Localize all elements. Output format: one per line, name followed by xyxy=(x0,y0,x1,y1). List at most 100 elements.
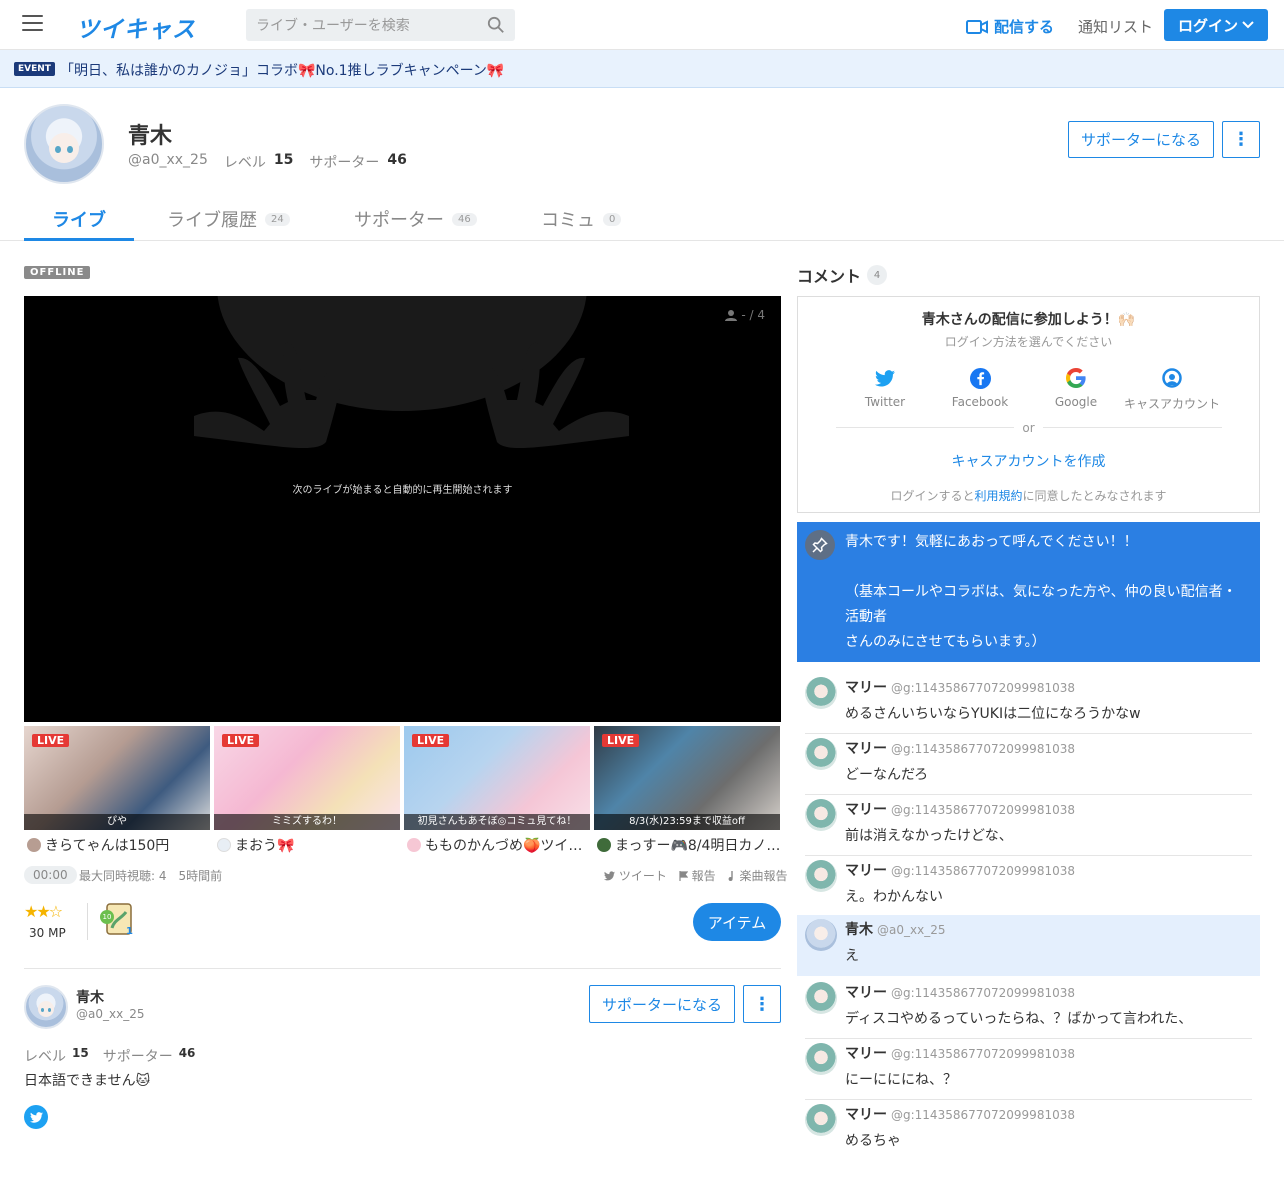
terms-notice: ログインすると利用規約に同意したとみなされます xyxy=(798,487,1259,504)
profile-meta: @a0_xx_25 レベル 15 サポーター 46 xyxy=(128,152,415,172)
cas-account-login-label: キャスアカウント xyxy=(1124,397,1221,411)
comment-text: え xyxy=(845,948,859,964)
search-input[interactable] xyxy=(256,15,476,35)
commenter-name[interactable]: 青木 @a0_xx_25 xyxy=(845,919,945,939)
create-account-link[interactable]: キャスアカウントを作成 xyxy=(798,451,1259,471)
commenter-avatar[interactable] xyxy=(805,919,837,951)
comment-item: マリー @g:114358677072099981038 めるさんいちいならYUKI… xyxy=(797,673,1260,734)
cas-account-login-button[interactable]: キャスアカウント xyxy=(1124,367,1220,412)
level-value: 15 xyxy=(72,1046,89,1060)
pinned-text: 青木です！気軽にあおって呼んでください！！ （基本コールやコラボは、気になった方… xyxy=(845,534,1237,650)
active-tab-indicator xyxy=(24,238,134,241)
item-count: 1 xyxy=(126,926,133,937)
profile-avatar xyxy=(24,104,104,184)
commenter-avatar[interactable] xyxy=(805,1104,837,1136)
live-thumbnail[interactable]: LIVE ぴや xyxy=(24,726,210,830)
pin-icon xyxy=(805,530,835,560)
report-link[interactable]: 報告 xyxy=(679,867,716,884)
site-logo[interactable]: ツイキャス xyxy=(76,10,196,44)
item-icon[interactable]: 10 1 xyxy=(100,900,136,940)
comment-text: めるさんいちいならYUKIは二位になろうかなw xyxy=(845,706,1141,722)
commenter-avatar[interactable] xyxy=(805,738,837,770)
commenter-avatar[interactable] xyxy=(805,982,837,1014)
tab-live-history[interactable]: ライブ履歴 24 xyxy=(167,206,290,232)
notify-list-link[interactable]: 通知リスト xyxy=(1078,16,1153,37)
live-thumbnail[interactable]: LIVE ミミズするわ！ xyxy=(214,726,400,830)
live-thumbnail[interactable]: LIVE 初見さんもあそぼ◎コミュ見てね！ xyxy=(404,726,590,830)
commenter-id: @g:114358677072099981038 xyxy=(891,864,1075,878)
commenter-avatar[interactable] xyxy=(805,860,837,892)
facebook-login-button[interactable]: Facebook xyxy=(932,367,1028,409)
view-stats: 最大同時視聴: 4 5時間前 xyxy=(79,869,223,883)
commenter-id: @g:114358677072099981038 xyxy=(891,986,1075,1000)
music-report-label: 楽曲報告 xyxy=(739,869,788,883)
commenter-name[interactable]: マリー @g:114358677072099981038 xyxy=(845,1104,1075,1124)
broadcast-link[interactable]: 配信する xyxy=(966,16,1054,37)
comment-text: めるちゃ xyxy=(845,1133,901,1149)
live-badge: LIVE xyxy=(32,734,70,747)
commenter-name[interactable]: マリー @g:114358677072099981038 xyxy=(845,799,1075,819)
bio-meta: レベル 15 サポーター 46 xyxy=(24,1046,203,1066)
commenter-avatar[interactable] xyxy=(805,1043,837,1075)
live-channel-name[interactable]: もものかんづめ🍑ツイ… xyxy=(407,835,593,855)
supporter-value: 46 xyxy=(178,1046,196,1060)
item-button[interactable]: アイテム xyxy=(693,903,781,941)
tweet-link[interactable]: ツイート xyxy=(604,867,667,884)
login-button[interactable]: ログイン xyxy=(1164,9,1268,41)
level-label: レベル xyxy=(24,1049,66,1065)
twitter-icon xyxy=(29,1111,43,1123)
tab-label: ライブ履歴 xyxy=(167,210,257,231)
supporter-value: 46 xyxy=(387,152,407,168)
elapsed-time: 00:00 xyxy=(24,866,77,884)
terms-link[interactable]: 利用規約 xyxy=(974,489,1022,503)
divider xyxy=(24,968,781,969)
live-channel-name[interactable]: きらてゃんは150円 xyxy=(27,835,213,855)
bio-support-button[interactable]: サポーターになる xyxy=(589,985,735,1023)
terms-pre: ログインすると xyxy=(890,489,975,503)
live-channel-name[interactable]: まっすー🎮8/4明日カノ… xyxy=(597,835,783,855)
commenter-name[interactable]: マリー @g:114358677072099981038 xyxy=(845,677,1075,697)
commenter-display-name: マリー xyxy=(845,741,887,757)
tab-supporters[interactable]: サポーター 46 xyxy=(354,206,477,232)
commenter-name[interactable]: マリー @g:114358677072099981038 xyxy=(845,982,1075,1002)
comment-item: マリー @g:114358677072099981038 にーにににね、？ xyxy=(797,1039,1260,1100)
commenter-name[interactable]: マリー @g:114358677072099981038 xyxy=(845,860,1075,880)
live-channel-name[interactable]: まおう🎀 xyxy=(217,835,403,855)
tab-community[interactable]: コミュ 0 xyxy=(541,206,622,232)
event-tag: EVENT xyxy=(14,62,55,76)
commenter-display-name: マリー xyxy=(845,985,887,1001)
channel-name-text: まっすー🎮8/4明日カノ… xyxy=(615,838,781,854)
event-banner[interactable]: EVENT 「明日、私は誰かのカノジョ」コラボ🎀No.1推しラブキャンペーン🎀 xyxy=(0,50,1284,88)
mp-value: 30 MP xyxy=(29,926,66,940)
commenter-avatar[interactable] xyxy=(805,799,837,831)
video-player[interactable]: - / 4 次のライブが始まると自動的に再生開始されます xyxy=(24,296,781,722)
comment-text: どーなんだろ xyxy=(845,767,929,783)
profile-handle: @a0_xx_25 xyxy=(128,152,208,168)
bio-more-options-button[interactable]: ⋮ xyxy=(743,985,781,1023)
music-report-link[interactable]: 楽曲報告 xyxy=(728,867,788,884)
google-login-button[interactable]: Google xyxy=(1028,367,1124,409)
more-options-button[interactable]: ⋮ xyxy=(1222,121,1260,158)
tab-count: 24 xyxy=(265,212,290,226)
chevron-down-icon xyxy=(1242,21,1254,29)
supporter-label: サポーター xyxy=(309,155,380,171)
tab-live[interactable]: ライブ xyxy=(52,206,106,232)
commenter-name[interactable]: マリー @g:114358677072099981038 xyxy=(845,738,1075,758)
commenter-display-name: マリー xyxy=(845,863,887,879)
twitter-link-button[interactable] xyxy=(24,1105,48,1129)
commenter-avatar[interactable] xyxy=(805,677,837,709)
comment-item: マリー @g:114358677072099981038 ディスコやめるっていったら… xyxy=(797,978,1260,1039)
commenter-id: @g:114358677072099981038 xyxy=(891,1108,1075,1122)
menu-icon[interactable] xyxy=(22,15,43,33)
channel-avatar xyxy=(597,838,611,852)
search-icon[interactable] xyxy=(487,16,505,34)
event-text: 「明日、私は誰かのカノジョ」コラボ🎀No.1推しラブキャンペーン🎀 xyxy=(60,63,505,79)
commenter-name[interactable]: マリー @g:114358677072099981038 xyxy=(845,1043,1075,1063)
thumbnail-caption: ぴや xyxy=(24,814,210,830)
comments-header: コメント 4 xyxy=(797,263,888,287)
mascot-silhouette xyxy=(194,296,629,449)
cas-account-icon xyxy=(1162,368,1182,388)
twitter-login-button[interactable]: Twitter xyxy=(837,367,933,409)
live-thumbnail[interactable]: LIVE 8/3(水)23:59まで収益off xyxy=(594,726,780,830)
support-button[interactable]: サポーターになる xyxy=(1068,121,1214,158)
